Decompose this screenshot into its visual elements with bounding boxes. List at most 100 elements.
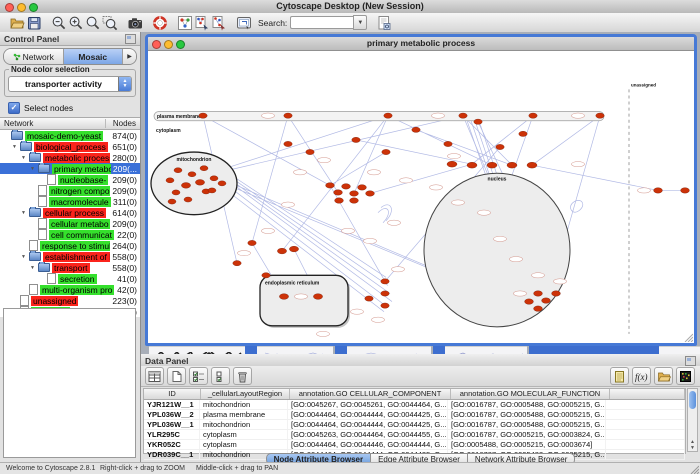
disclosure-arrow-icon[interactable]: ▼ [21,210,27,216]
function-builder-icon[interactable]: f(x) [632,367,651,385]
delete-attribute-icon[interactable] [233,367,252,385]
table-row[interactable]: YKR052C cytoplasm [GO:0044464, GO:004444… [144,440,685,450]
tab-mosaic[interactable]: Mosaic [64,49,124,64]
scroll-down-icon[interactable]: ▼ [690,445,695,451]
tree-item[interactable]: ▼nitrogen compo209(0) [0,185,140,196]
attributes-table-icon[interactable] [145,367,164,385]
unassigned-label: unassigned [631,82,656,87]
column-header-cellular-component[interactable]: annotation.GO CELLULAR_COMPONENT [290,389,451,399]
cell-molecular-function: [GO:0016787, GO:0005488, GO:0005215, G..… [448,410,606,419]
zoom-out-icon[interactable] [50,14,67,31]
node-color-combobox[interactable]: transporter activity ▲▼ [8,76,132,92]
zoom-selected-region-icon[interactable] [101,14,118,31]
tree-item[interactable]: ▼mosaic-demo-yeast874(0) [0,130,140,141]
column-header-id[interactable]: ID [144,389,201,399]
table-scrollbar[interactable]: ▲▼ [687,388,698,452]
cell-id: YPL036W__1 [144,420,200,429]
help-lifering-icon[interactable] [151,14,168,31]
unselect-attributes-icon[interactable] [211,367,230,385]
table-row[interactable]: YPL036W__1 mitochondrion [GO:0044464, GO… [144,420,685,430]
column-header-molecular-function[interactable]: annotation.GO MOLECULAR_FUNCTION [451,389,610,399]
select-nodes-checkbox[interactable]: ✓ [8,102,20,114]
tree-item[interactable]: ▼transport558(0) [0,262,140,273]
network-canvas[interactable]: plasma membrane cytoplasm mitochondrion … [148,51,694,343]
vizmapper-icon[interactable] [176,14,193,31]
tree-item-label: metabolic process [43,153,110,163]
configure-search-icon[interactable] [375,14,392,31]
tree-item-label: response to stimulu [40,241,110,251]
tree-header-nodes: Nodes [105,119,140,128]
file-icon [38,185,47,196]
import-table-icon[interactable] [210,14,227,31]
tree-item[interactable]: ▼biological_process651(0) [0,141,140,152]
network-graph[interactable]: plasma membrane cytoplasm mitochondrion … [148,51,694,343]
tree-item[interactable]: ▼unassigned223(0) [0,295,140,306]
search-input[interactable] [290,16,353,29]
tabs-overflow-icon[interactable]: ▶ [123,49,136,64]
network-nodes[interactable] [166,113,689,311]
save-session-icon[interactable] [25,14,42,31]
snapshot-camera-icon[interactable] [126,14,143,31]
select-attributes-icon[interactable] [189,367,208,385]
cell-molecular-function: [GO:0016787, GO:0005215, GO:0003824, G..… [448,430,606,439]
tree-item-label: establishment of lo [43,252,110,262]
folder-icon [38,164,50,173]
table-row[interactable]: YLR295C cytoplasm [GO:0045263, GO:004446… [144,430,685,440]
zoom-fit-icon[interactable] [84,14,101,31]
search-dropdown-icon[interactable]: ▼ [353,15,367,30]
tree-item[interactable]: ▼metabolic process280(0) [0,152,140,163]
new-attribute-icon[interactable] [167,367,186,385]
network-tab-icon [13,53,21,61]
open-session-icon[interactable] [8,14,25,31]
cell-region: plasma membrane [200,410,288,419]
network-tree[interactable]: ▼mosaic-demo-yeast874(0)▼biological_proc… [0,130,140,317]
import-attributes-icon[interactable] [654,367,673,385]
network-window-titlebar[interactable]: primary metabolic process [148,37,694,51]
matrix-icon[interactable] [676,367,695,385]
tree-item[interactable]: ▼response to stimulu264(0) [0,240,140,251]
tree-item-count: 42(0) [117,285,140,295]
tree-item[interactable]: ▼multi-organism pro42(0) [0,284,140,295]
disclosure-arrow-icon[interactable]: ▼ [21,254,27,260]
tree-item[interactable]: ▼secretion41(0) [0,273,140,284]
scrollbar-thumb[interactable] [689,391,696,409]
tree-item[interactable]: ▼macromolecule311(0) [0,196,140,207]
tree-item[interactable]: ▼establishment of lo558(0) [0,251,140,262]
tree-item[interactable]: ▼nucleobase-209(0) [0,174,140,185]
app-title: Cytoscape Desktop (New Session) [0,1,700,11]
main-toolbar: Search: ▼ [0,13,700,33]
tab-network[interactable]: Network [4,49,64,64]
file-icon [38,229,47,240]
tree-item[interactable]: ▼cellular process614(0) [0,207,140,218]
disclosure-arrow-icon[interactable]: ▼ [12,144,18,150]
cell-filler [606,410,685,419]
tree-item-count: 41(0) [117,274,140,284]
float-data-panel-icon[interactable] [685,356,696,366]
network-view-window[interactable]: primary metabolic process [145,34,697,346]
attribute-editor-icon[interactable] [610,367,629,385]
tree-item[interactable]: ▼primary metabo209(... [0,163,140,174]
table-row[interactable]: YJR121W__1 mitochondrion [GO:0045267, GO… [144,400,685,410]
window-resize-grip[interactable] [683,332,693,342]
table-row[interactable]: YPL036W__2 plasma membrane [GO:0044464, … [144,410,685,420]
folder-icon [29,153,41,162]
zoom-in-icon[interactable] [67,14,84,31]
node-color-selection-legend: Node color selection [9,65,92,74]
cell-id: YPL036W__2 [144,410,200,419]
import-network-icon[interactable] [193,14,210,31]
attribute-table-header[interactable]: ID _cellularLayoutRegion annotation.GO C… [144,389,685,400]
disclosure-arrow-icon[interactable]: ▼ [30,166,36,172]
app-resize-grip[interactable] [689,464,699,474]
disclosure-arrow-icon[interactable]: ▼ [21,155,27,161]
cell-id: YKR052C [144,440,200,449]
tab-mosaic-label: Mosaic [78,52,107,62]
cell-id: YJR121W__1 [144,400,200,409]
tree-item[interactable]: ▼cellular metabo209(0) [0,218,140,229]
column-header-region[interactable]: _cellularLayoutRegion [201,389,290,399]
fit-content-icon[interactable] [235,14,252,31]
float-panel-icon[interactable] [125,34,136,44]
birds-eye-view[interactable] [3,308,136,458]
tree-item-count: 311(0) [113,197,140,207]
disclosure-arrow-icon[interactable]: ▼ [30,265,36,271]
tree-item[interactable]: ▼cell communicat22(0) [0,229,140,240]
